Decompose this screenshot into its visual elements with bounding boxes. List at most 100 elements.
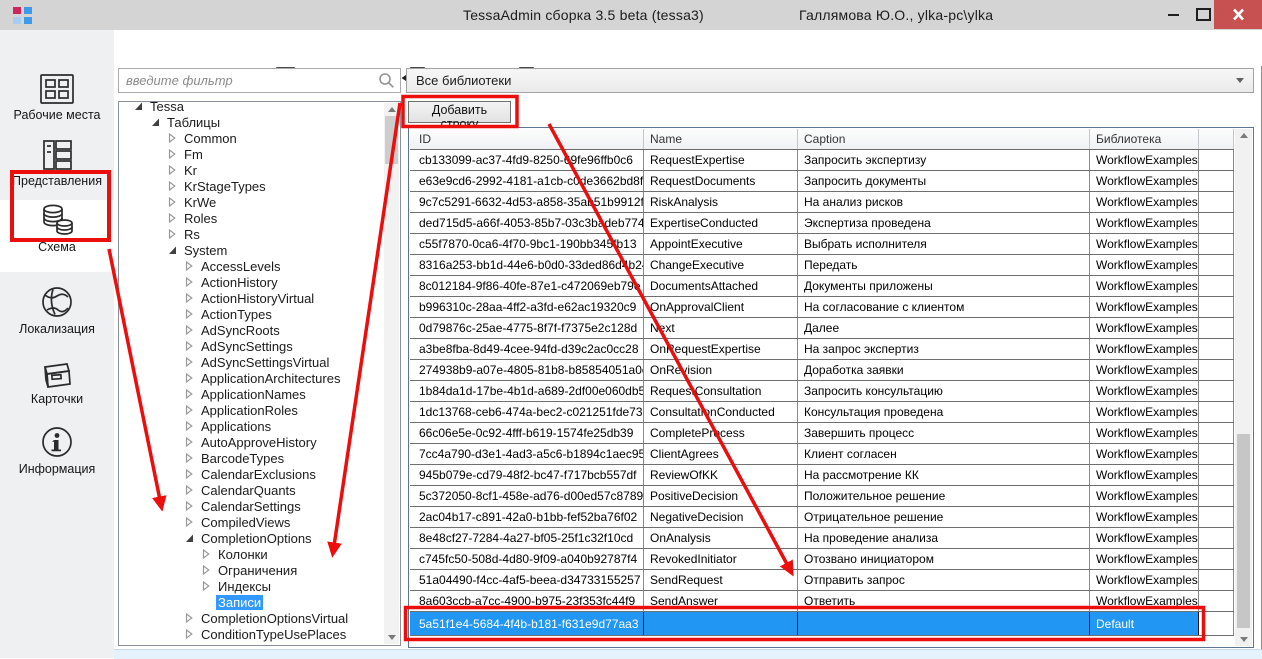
cell-library[interactable]: WorkflowExamples — [1090, 150, 1199, 170]
grid-scrollbar-thumb[interactable] — [1237, 434, 1250, 628]
cell-name[interactable]: RevokedInitiator — [644, 549, 798, 569]
filter-input[interactable] — [118, 68, 401, 93]
column-header-id[interactable]: ID — [410, 129, 644, 149]
sidebar-item-cards[interactable]: Карточки — [0, 352, 114, 424]
cell-library[interactable]: WorkflowExamples — [1090, 276, 1199, 296]
cell-name[interactable]: CompleteProcess — [644, 423, 798, 443]
tree-node-Таблицы[interactable]: Таблицы — [151, 114, 222, 130]
tree-node-AdSyncSettingsVirtual[interactable]: AdSyncSettingsVirtual — [185, 354, 331, 370]
cell-name[interactable]: ReviewOfKK — [644, 465, 798, 485]
cell-name[interactable]: ConsultationConducted — [644, 402, 798, 422]
cell-caption[interactable]: Отправить запрос — [798, 570, 1090, 590]
tree-node-CompletionOptions[interactable]: CompletionOptions — [185, 530, 314, 546]
tree-node-ActionHistory[interactable]: ActionHistory — [185, 274, 280, 290]
cell-extra[interactable] — [1199, 318, 1234, 338]
cell-extra[interactable] — [1199, 234, 1234, 254]
tree-node-Индексы[interactable]: Индексы — [202, 578, 273, 594]
tree-node-CompletionOptionsVirtual[interactable]: CompletionOptionsVirtual — [185, 610, 350, 626]
cell-id[interactable]: 1dc13768-ceb6-474a-bec2-c021251fde73 — [410, 402, 644, 422]
cell-library[interactable]: WorkflowExamples — [1090, 192, 1199, 212]
cell-library[interactable]: WorkflowExamples — [1090, 255, 1199, 275]
table-row[interactable]: 1b84da1d-17be-4b1d-a689-2df00e060db5Requ… — [410, 381, 1234, 402]
cell-library[interactable]: WorkflowExamples — [1090, 318, 1199, 338]
cell-extra[interactable] — [1199, 360, 1234, 380]
expander-closed-icon[interactable] — [168, 149, 177, 159]
cell-name[interactable]: SendRequest — [644, 570, 798, 590]
cell-name[interactable]: OnApprovalClient — [644, 297, 798, 317]
expander-closed-icon[interactable] — [168, 213, 177, 223]
cell-extra[interactable] — [1199, 192, 1234, 212]
cell-caption[interactable]: Далее — [798, 318, 1090, 338]
expander-closed-icon[interactable] — [185, 277, 194, 287]
tree-node-ApplicationRoles[interactable]: ApplicationRoles — [185, 402, 300, 418]
cell-extra[interactable] — [1199, 570, 1234, 590]
expander-closed-icon[interactable] — [185, 325, 194, 335]
tree-node-AccessLevels[interactable]: AccessLevels — [185, 258, 282, 274]
tree-node-Записи[interactable]: Записи — [202, 594, 263, 610]
expander-open-icon[interactable] — [134, 101, 143, 111]
cell-caption[interactable]: Доработка заявки — [798, 360, 1090, 380]
column-header-caption[interactable]: Caption — [798, 129, 1090, 149]
table-row[interactable]: 8e48cf27-7284-4a27-bf05-25f1c32f10cdOnAn… — [410, 528, 1234, 549]
cell-id[interactable]: 51a04490-f4cc-4af5-beea-d34733155257 — [410, 570, 644, 590]
table-row[interactable]: 0d79876c-25ae-4775-8f7f-f7375e2c128dNext… — [410, 318, 1234, 339]
cell-name[interactable]: OnRevision — [644, 360, 798, 380]
cell-id[interactable]: 5a51f1e4-5684-4f4b-b181-f631e9d77aa3 — [410, 612, 644, 635]
cell-id[interactable]: 2ac04b17-c891-42a0-b1bb-fef52ba76f02 — [410, 507, 644, 527]
tree-node-Tessa[interactable]: Tessa — [134, 101, 186, 114]
cell-extra[interactable] — [1199, 507, 1234, 527]
cell-library[interactable]: WorkflowExamples — [1090, 465, 1199, 485]
expander-closed-icon[interactable] — [185, 373, 194, 383]
cell-caption[interactable]: На рассмотрение КК — [798, 465, 1090, 485]
expander-closed-icon[interactable] — [185, 293, 194, 303]
tree-node-CalendarExclusions[interactable]: CalendarExclusions — [185, 466, 318, 482]
cell-name[interactable]: OnRequestExpertise — [644, 339, 798, 359]
tree-node-System[interactable]: System — [168, 242, 229, 258]
expander-closed-icon[interactable] — [185, 469, 194, 479]
cell-id[interactable]: e63e9cd6-2992-4181-a1cb-c0de3662bd8f — [410, 171, 644, 191]
tree-scrollbar-thumb[interactable] — [385, 116, 398, 164]
library-filter-combobox[interactable]: Все библиотеки — [406, 68, 1254, 93]
table-row[interactable]: a3be8fba-8d49-4cee-94fd-d39c2ac0cc28OnRe… — [410, 339, 1234, 360]
scroll-up-icon[interactable] — [384, 103, 399, 116]
cell-library[interactable]: WorkflowExamples — [1090, 171, 1199, 191]
cell-id[interactable]: 5c372050-8cf1-458e-ad76-d00ed57c8789 — [410, 486, 644, 506]
table-row[interactable]: ded715d5-a66f-4053-85b7-03c3badeb774Expe… — [410, 213, 1234, 234]
expander-closed-icon[interactable] — [168, 229, 177, 239]
cell-id[interactable]: 8c012184-9f86-40fe-87e1-c472069eb79e — [410, 276, 644, 296]
cell-caption[interactable]: Запросить консультацию — [798, 381, 1090, 401]
cell-library[interactable]: WorkflowExamples — [1090, 486, 1199, 506]
cell-library[interactable]: WorkflowExamples — [1090, 423, 1199, 443]
cell-caption[interactable]: Запросить экспертизу — [798, 150, 1090, 170]
cell-id[interactable]: 8316a253-bb1d-44e6-b0d0-33ded86d4b24 — [410, 255, 644, 275]
cell-library[interactable]: WorkflowExamples — [1090, 591, 1199, 611]
minimize-button[interactable] — [1158, 0, 1188, 29]
tree-node-BarcodeTypes[interactable]: BarcodeTypes — [185, 450, 286, 466]
expander-open-icon[interactable] — [168, 245, 177, 255]
cell-extra[interactable] — [1199, 423, 1234, 443]
expander-open-icon[interactable] — [185, 533, 194, 543]
tree-node-CalendarSettings[interactable]: CalendarSettings — [185, 498, 303, 514]
expander-closed-icon[interactable] — [202, 549, 211, 559]
tree-node-CalendarQuants[interactable]: CalendarQuants — [185, 482, 298, 498]
cell-caption[interactable]: На согласование с клиентом — [798, 297, 1090, 317]
cell-name[interactable]: SendAnswer — [644, 591, 798, 611]
table-row[interactable]: e63e9cd6-2992-4181-a1cb-c0de3662bd8fRequ… — [410, 171, 1234, 192]
scroll-up-icon[interactable] — [1235, 129, 1252, 142]
column-header-extra[interactable] — [1199, 129, 1234, 149]
expander-closed-icon[interactable] — [168, 181, 177, 191]
table-row[interactable]: 9c7c5291-6632-4d53-a858-35ab51b9912fRisk… — [410, 192, 1234, 213]
cell-id[interactable]: cb133099-ac37-4fd9-8250-69fe96ffb0c6 — [410, 150, 644, 170]
tree-node-Rs[interactable]: Rs — [168, 226, 202, 242]
cell-id[interactable]: 9c7c5291-6632-4d53-a858-35ab51b9912f — [410, 192, 644, 212]
cell-caption[interactable]: Консультация проведена — [798, 402, 1090, 422]
expander-closed-icon[interactable] — [185, 389, 194, 399]
expander-closed-icon[interactable] — [202, 565, 211, 575]
cell-caption[interactable]: Клиент согласен — [798, 444, 1090, 464]
cell-extra[interactable] — [1199, 444, 1234, 464]
table-row[interactable]: 5c372050-8cf1-458e-ad76-d00ed57c8789Posi… — [410, 486, 1234, 507]
cell-name[interactable]: ChangeExecutive — [644, 255, 798, 275]
cell-caption[interactable]: Отозвано инициатором — [798, 549, 1090, 569]
table-row[interactable]: 8c012184-9f86-40fe-87e1-c472069eb79eDocu… — [410, 276, 1234, 297]
cell-extra[interactable] — [1199, 297, 1234, 317]
